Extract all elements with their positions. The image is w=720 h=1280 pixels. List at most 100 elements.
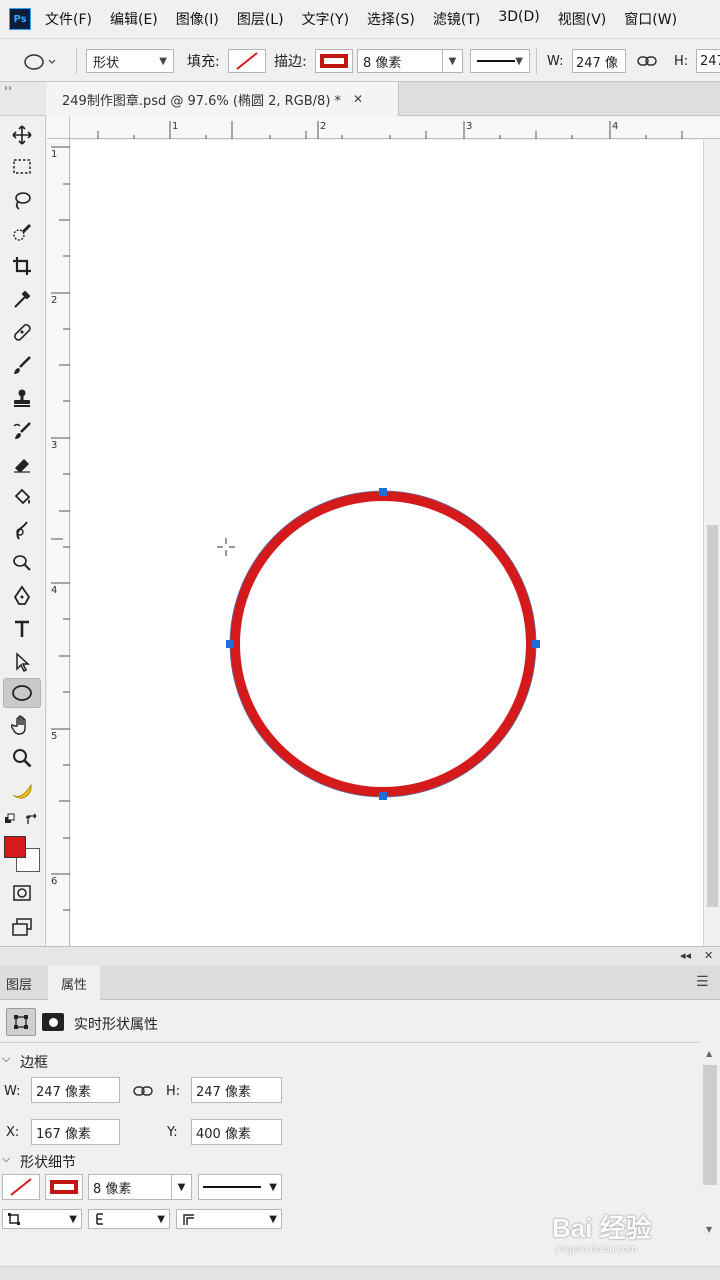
quick-selection-tool[interactable] bbox=[3, 218, 41, 248]
menu-3d[interactable]: 3D(D) bbox=[498, 9, 539, 29]
history-brush-tool[interactable] bbox=[3, 416, 41, 446]
brush-icon bbox=[14, 356, 31, 374]
arrow-pointer-icon bbox=[16, 652, 30, 673]
ellipse-tool[interactable] bbox=[3, 678, 41, 708]
vertical-ruler[interactable]: 1 2 3 4 5 6 bbox=[47, 139, 70, 946]
chevron-down-icon: ▼ bbox=[157, 1213, 165, 1225]
width-value: 247 像 bbox=[576, 55, 618, 71]
document-tab[interactable]: 249制作图章.psd @ 97.6% (椭圆 2, RGB/8) * ✕ bbox=[47, 82, 399, 116]
mode-dropdown[interactable]: 形状 ▼ bbox=[86, 49, 174, 73]
panel-tabs: 图层 属性 ☰ bbox=[0, 966, 720, 1000]
move-tool[interactable] bbox=[3, 120, 41, 150]
anchor-point-left[interactable] bbox=[226, 640, 234, 648]
menu-image[interactable]: 图像(I) bbox=[176, 9, 219, 29]
panel-menu-icon[interactable]: ☰ bbox=[696, 974, 709, 990]
zoom-tool[interactable] bbox=[3, 743, 41, 773]
canvas-vertical-scrollbar[interactable] bbox=[703, 140, 720, 946]
tool-preset-picker[interactable] bbox=[20, 39, 56, 81]
clone-stamp-tool[interactable] bbox=[3, 383, 41, 413]
close-icon[interactable]: ✕ bbox=[353, 92, 363, 106]
stroke-align-dropdown[interactable]: ▼ bbox=[2, 1209, 82, 1229]
eraser-icon bbox=[14, 459, 30, 473]
scrollbar-thumb[interactable] bbox=[707, 525, 718, 907]
swap-colors-icon[interactable] bbox=[4, 812, 40, 828]
tab-layers[interactable]: 图层 bbox=[0, 966, 38, 1000]
eraser-tool[interactable] bbox=[3, 449, 41, 479]
panel-stroke-width-field[interactable]: 8 像素 ▼ bbox=[88, 1174, 192, 1200]
width-field[interactable]: 247 像 bbox=[572, 49, 626, 73]
stroke-width-field[interactable]: 8 像素 ▼ bbox=[357, 49, 463, 73]
healing-brush-tool[interactable] bbox=[3, 317, 41, 347]
horizontal-ruler[interactable]: 1 2 3 4 bbox=[70, 117, 720, 139]
anchor-point-bottom[interactable] bbox=[379, 792, 387, 800]
toolbar-header[interactable]: ›› bbox=[0, 82, 46, 116]
menu-view[interactable]: 视图(V) bbox=[558, 9, 607, 29]
mask-properties-button[interactable] bbox=[42, 1013, 64, 1031]
banana-tool[interactable] bbox=[3, 776, 41, 806]
dodge-icon bbox=[13, 555, 31, 571]
quick-mask-button[interactable] bbox=[3, 878, 41, 908]
hand-tool[interactable] bbox=[3, 710, 41, 740]
height-field[interactable]: 247 bbox=[696, 49, 720, 73]
pen-tool[interactable] bbox=[3, 581, 41, 611]
panel-title: 实时形状属性 bbox=[74, 1017, 158, 1033]
foreground-color-swatch[interactable] bbox=[4, 836, 26, 858]
scroll-up-icon[interactable]: ▲ bbox=[706, 1049, 712, 1058]
shape-properties-button[interactable] bbox=[6, 1008, 36, 1036]
eyedropper-icon bbox=[14, 290, 31, 308]
collapse-panel-icon[interactable]: ◂◂ bbox=[680, 949, 691, 962]
stroke-width-value: 8 像素 bbox=[363, 55, 402, 71]
stroke-type-dropdown[interactable]: ▼ bbox=[470, 49, 530, 73]
panel-stroke-swatch[interactable] bbox=[45, 1174, 83, 1200]
width-input[interactable]: 247 像素 bbox=[31, 1077, 120, 1103]
panel-scrollbar[interactable]: ▲ ▼ bbox=[700, 1045, 720, 1240]
stroke-corners-dropdown[interactable]: ▼ bbox=[176, 1209, 282, 1229]
anchor-point-top[interactable] bbox=[379, 488, 387, 496]
menu-edit[interactable]: 编辑(E) bbox=[110, 9, 158, 29]
chevron-down-icon[interactable]: ▼ bbox=[171, 1175, 191, 1199]
panel-fill-swatch[interactable] bbox=[2, 1174, 40, 1200]
paint-bucket-tool[interactable] bbox=[3, 482, 41, 512]
chevron-down-icon[interactable]: ⌵ bbox=[2, 1052, 10, 1066]
ruler-origin[interactable] bbox=[47, 117, 70, 139]
menu-layer[interactable]: 图层(L) bbox=[237, 9, 284, 29]
eyedropper-tool[interactable] bbox=[3, 284, 41, 314]
menu-window[interactable]: 窗口(W) bbox=[624, 9, 677, 29]
menu-select[interactable]: 选择(S) bbox=[367, 9, 415, 29]
chevron-down-icon[interactable]: ▼ bbox=[442, 50, 462, 72]
chevron-down-icon[interactable]: ⌵ bbox=[2, 1152, 10, 1166]
x-input[interactable]: 167 像素 bbox=[31, 1119, 120, 1145]
menu-file[interactable]: 文件(F) bbox=[45, 9, 92, 29]
height-input[interactable]: 247 像素 bbox=[191, 1077, 282, 1103]
lasso-tool[interactable] bbox=[3, 185, 41, 215]
link-icon[interactable] bbox=[133, 1085, 155, 1097]
path-selection-tool[interactable] bbox=[3, 647, 41, 677]
link-dimensions-button[interactable] bbox=[637, 39, 657, 81]
stroke-caps-dropdown[interactable]: ▼ bbox=[88, 1209, 170, 1229]
scrollbar-thumb[interactable] bbox=[703, 1065, 717, 1185]
type-tool[interactable] bbox=[3, 614, 41, 644]
crop-icon bbox=[13, 257, 31, 275]
menu-filter[interactable]: 滤镜(T) bbox=[433, 9, 480, 29]
y-value: 400 像素 bbox=[196, 1126, 251, 1142]
screen-mode-button[interactable] bbox=[3, 912, 41, 942]
anchor-point-right[interactable] bbox=[532, 640, 540, 648]
rectangle-marquee-icon bbox=[13, 159, 31, 174]
document-canvas[interactable] bbox=[71, 140, 703, 946]
crop-tool[interactable] bbox=[3, 251, 41, 281]
tab-properties[interactable]: 属性 bbox=[48, 966, 100, 1000]
fill-swatch[interactable] bbox=[228, 49, 266, 73]
brush-tool[interactable] bbox=[3, 350, 41, 380]
x-value: 167 像素 bbox=[36, 1126, 91, 1142]
scroll-down-icon[interactable]: ▼ bbox=[706, 1225, 712, 1234]
h-label: H: bbox=[166, 1084, 181, 1099]
panel-stroke-type-dropdown[interactable]: ▼ bbox=[198, 1174, 282, 1200]
menu-type[interactable]: 文字(Y) bbox=[302, 9, 349, 29]
close-icon[interactable]: ✕ bbox=[704, 949, 713, 962]
y-input[interactable]: 400 像素 bbox=[191, 1119, 282, 1145]
marquee-tool[interactable] bbox=[3, 152, 41, 182]
stroke-swatch[interactable] bbox=[315, 49, 353, 73]
dodge-tool[interactable] bbox=[3, 548, 41, 578]
smudge-tool[interactable] bbox=[3, 515, 41, 545]
stamp-circle-shape[interactable] bbox=[230, 491, 536, 797]
